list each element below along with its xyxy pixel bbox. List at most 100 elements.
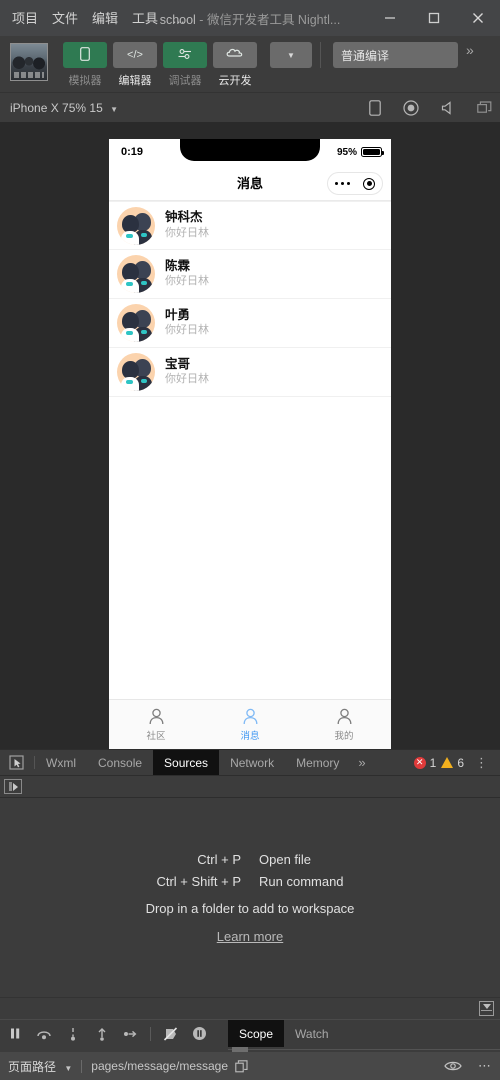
list-item-text: 宝哥 你好日林 <box>165 356 391 389</box>
page-title: 消息 <box>236 176 263 191</box>
step-out-button[interactable] <box>87 1027 116 1041</box>
volume-icon[interactable] <box>441 100 455 115</box>
menu-overflow-button[interactable]: … <box>172 11 186 26</box>
menu-item-edit[interactable]: 编辑 <box>92 12 118 25</box>
rotate-device-icon[interactable] <box>369 99 381 116</box>
show-navigator-button[interactable] <box>4 779 22 794</box>
person-icon <box>335 707 354 726</box>
title-bar: 项目 文件 编辑 工具 … school - 微信开发者工具 Nightl... <box>0 0 500 36</box>
menu-item-tools[interactable]: 工具 <box>132 12 158 25</box>
message-snippet: 你好日林 <box>165 226 209 239</box>
shortcut-action[interactable]: Open file <box>259 852 344 867</box>
editor-label: 编辑器 <box>118 75 152 87</box>
warning-badge[interactable]: 6 <box>441 756 464 770</box>
phone-navbar: 消息 <box>109 165 391 201</box>
pause-button[interactable] <box>0 1027 29 1040</box>
error-badge[interactable]: ✕ 1 <box>413 756 436 770</box>
phone-status-bar: 0:19 95% <box>109 139 391 165</box>
build-preset-dropdown[interactable]: ▼ <box>270 42 312 68</box>
tab-sources[interactable]: Sources <box>153 750 220 775</box>
step-button[interactable] <box>116 1028 145 1040</box>
tab-profile[interactable]: 我的 <box>297 707 391 742</box>
capsule-target-icon[interactable] <box>363 177 376 190</box>
list-item[interactable]: 叶勇 你好日林 <box>109 299 391 348</box>
list-item[interactable]: 钟科杰 你好日林 <box>109 201 391 250</box>
devtools-tab-bar: Wxml Console Sources Network Memory » ✕ … <box>0 749 500 776</box>
capsule-menu-dots[interactable] <box>334 181 351 186</box>
step-into-button[interactable] <box>58 1027 87 1041</box>
devtools-more-tabs-button[interactable]: » <box>350 750 373 775</box>
device-selector[interactable]: iPhone X 75% 15 ▼ <box>10 101 118 115</box>
cloud-dev-button[interactable] <box>213 42 257 68</box>
menu-item-file[interactable]: 文件 <box>52 12 78 25</box>
drop-folder-hint: Drop in a folder to add to workspace <box>145 900 355 916</box>
scrollbar-track <box>228 1049 500 1050</box>
detach-window-icon[interactable] <box>477 100 492 115</box>
chevron-down-icon: ▼ <box>110 104 119 114</box>
learn-more-link[interactable]: Learn more <box>217 929 283 944</box>
code-icon: </> <box>127 48 143 61</box>
list-item[interactable]: 陈霖 你好日林 <box>109 250 391 299</box>
maximize-button[interactable] <box>412 0 456 36</box>
phone-icon <box>80 46 90 64</box>
page-path-selector[interactable]: 页面路径 ▼ <box>8 1058 72 1075</box>
bottom-status-bar: 页面路径 ▼ pages/message/message ⋯ <box>0 1052 500 1080</box>
show-drawer-button[interactable] <box>479 1001 494 1016</box>
simulator-stage: 0:19 95% 消息 钟科杰 你好日林 陈霖 你好日林 叶勇 你好日林 宝哥 … <box>0 122 500 749</box>
cloud-icon <box>226 47 244 63</box>
list-item-text: 叶勇 你好日林 <box>165 307 391 340</box>
tab-memory[interactable]: Memory <box>285 750 350 775</box>
pane-scope[interactable]: Scope <box>228 1020 285 1047</box>
sources-subbar <box>0 776 500 798</box>
copy-icon[interactable] <box>235 1059 248 1073</box>
toolbar-divider <box>320 42 321 68</box>
phone-tabbar: 社区 消息 我的 <box>109 699 391 749</box>
record-icon[interactable] <box>403 99 419 116</box>
shortcut-key: Ctrl + P <box>197 851 241 867</box>
contact-name: 陈霖 <box>165 258 191 273</box>
simulator-toggle-button[interactable] <box>63 42 107 68</box>
editor-toggle-button[interactable]: </> <box>113 42 157 68</box>
menu-bar: 项目 文件 编辑 工具 … <box>0 11 186 26</box>
status-right: 95% <box>337 147 385 158</box>
debugger-toolbar: Scope Watch <box>0 1019 500 1047</box>
tab-console[interactable]: Console <box>87 750 153 775</box>
tab-network[interactable]: Network <box>219 750 285 775</box>
user-avatar[interactable] <box>10 43 48 81</box>
capsule-bar <box>327 172 383 195</box>
shortcut-action[interactable]: Run command <box>259 874 344 889</box>
menu-item-project[interactable]: 项目 <box>12 12 38 25</box>
list-item[interactable]: 宝哥 你好日林 <box>109 348 391 397</box>
person-icon <box>241 707 260 726</box>
avatar <box>117 353 155 391</box>
message-snippet: 你好日林 <box>165 275 209 288</box>
phone-notch <box>180 139 320 161</box>
simulator-actions <box>369 99 492 116</box>
deactivate-breakpoints-button[interactable] <box>156 1026 185 1041</box>
compile-mode-select[interactable]: 普通编译 <box>333 42 458 68</box>
more-options-icon[interactable]: ⋯ <box>478 1058 492 1074</box>
tab-community[interactable]: 社区 <box>109 707 203 742</box>
step-over-button[interactable] <box>29 1027 58 1041</box>
eye-icon[interactable] <box>444 1060 462 1072</box>
pane-watch[interactable]: Watch <box>284 1020 340 1047</box>
tab-wxml[interactable]: Wxml <box>35 750 87 775</box>
avatar <box>117 255 155 293</box>
toolbar-group-editor: </> 编辑器 <box>110 42 160 88</box>
minimize-button[interactable] <box>368 0 412 36</box>
toolbar-overflow-button[interactable]: » <box>466 42 474 58</box>
tab-messages[interactable]: 消息 <box>203 707 297 742</box>
shortcut-hints: Ctrl + P Open file Ctrl + Shift + P Run … <box>156 852 343 889</box>
window-title-dash: - <box>195 12 207 27</box>
debug-icon <box>178 48 192 63</box>
toolbar-group-cloud: 云开发 <box>210 42 260 88</box>
pause-on-exceptions-button[interactable] <box>185 1026 214 1041</box>
phone-frame: 0:19 95% 消息 钟科杰 你好日林 陈霖 你好日林 叶勇 你好日林 宝哥 … <box>109 139 391 749</box>
warning-count: 6 <box>457 755 464 770</box>
close-button[interactable] <box>456 0 500 36</box>
devtools-kebab-menu[interactable]: ⋮ <box>469 756 494 769</box>
message-snippet: 你好日林 <box>165 373 209 386</box>
list-item-text: 陈霖 你好日林 <box>165 258 391 291</box>
inspect-element-icon[interactable] <box>0 750 34 775</box>
debugger-toggle-button[interactable] <box>163 42 207 68</box>
